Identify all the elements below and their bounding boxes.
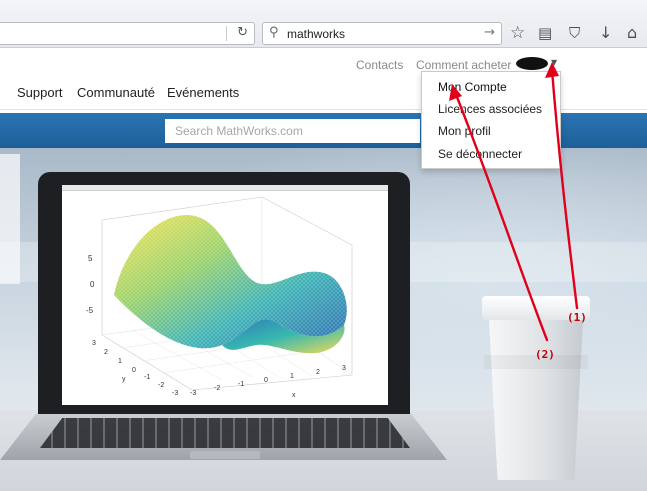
z-tick: -5 <box>86 306 94 315</box>
y-tick: -3 <box>172 390 178 397</box>
comment-acheter-link[interactable]: Comment acheter <box>416 58 511 72</box>
site-search-input[interactable] <box>165 119 420 143</box>
y-tick: 0 <box>132 367 136 374</box>
menu-item-se-deconnecter[interactable]: Se déconnecter <box>438 147 522 161</box>
go-arrow-icon[interactable]: → <box>484 25 495 40</box>
browser-search-bar[interactable]: ⚲ → <box>262 22 502 45</box>
x-tick: 2 <box>316 369 320 376</box>
y-tick: 3 <box>92 340 96 347</box>
browser-search-input[interactable] <box>287 27 467 41</box>
screen-menubar <box>62 185 388 191</box>
reload-icon[interactable]: ↻ <box>237 25 248 40</box>
chevron-down-icon[interactable]: ▼ <box>551 58 557 67</box>
laptop-screen: 5 0 -5 3 2 1 0 -1 -2 -3 y -3 -2 -1 0 1 2… <box>62 185 388 405</box>
star-icon[interactable]: ☆ <box>510 23 525 43</box>
browser-toolbar: ↻ ⚲ → ☆ ▤ ⛉ ↓ ⌂ <box>0 0 647 48</box>
download-icon[interactable]: ↓ <box>599 23 612 43</box>
z-tick: 5 <box>88 254 93 263</box>
account-dropdown-menu: Mon Compte Licences associées Mon profil… <box>421 71 561 169</box>
y-tick: 2 <box>104 349 108 356</box>
surface-plot: 5 0 -5 3 2 1 0 -1 -2 -3 y -3 -2 -1 0 1 2… <box>86 196 353 399</box>
nav-evenements[interactable]: Evénements <box>167 85 239 100</box>
nav-support[interactable]: Support <box>17 85 63 100</box>
x-tick: 3 <box>342 365 346 372</box>
x-tick: -3 <box>190 390 196 397</box>
address-bar[interactable]: ↻ <box>0 22 255 45</box>
y-tick: -2 <box>158 382 164 389</box>
y-tick: 1 <box>118 358 122 365</box>
laptop-trackpad <box>190 451 260 459</box>
y-axis-label: y <box>122 376 126 383</box>
account-avatar[interactable] <box>516 57 548 70</box>
y-tick: -1 <box>144 374 150 381</box>
reload-separator <box>226 26 227 41</box>
nav-communaute[interactable]: Communauté <box>77 85 155 100</box>
pocket-icon[interactable]: ⛉ <box>569 23 580 43</box>
reading-list-icon[interactable]: ▤ <box>538 23 552 43</box>
contacts-link[interactable]: Contacts <box>356 58 403 72</box>
annotation-label-2: (2) <box>535 348 555 361</box>
x-tick: 0 <box>264 377 268 384</box>
search-icon: ⚲ <box>269 25 279 40</box>
x-tick: -1 <box>238 381 244 388</box>
laptop-keyboard <box>40 418 410 448</box>
menu-item-mon-profil[interactable]: Mon profil <box>438 124 491 138</box>
x-axis-label: x <box>292 392 296 399</box>
menu-item-licences-associees[interactable]: Licences associées <box>438 102 542 116</box>
home-icon[interactable]: ⌂ <box>627 23 637 43</box>
coffee-cup <box>488 302 584 480</box>
annotation-label-1: (1) <box>567 311 587 324</box>
z-tick: 0 <box>90 280 95 289</box>
x-tick: -2 <box>214 385 220 392</box>
x-tick: 1 <box>290 373 294 380</box>
menu-item-mon-compte[interactable]: Mon Compte <box>438 80 507 94</box>
